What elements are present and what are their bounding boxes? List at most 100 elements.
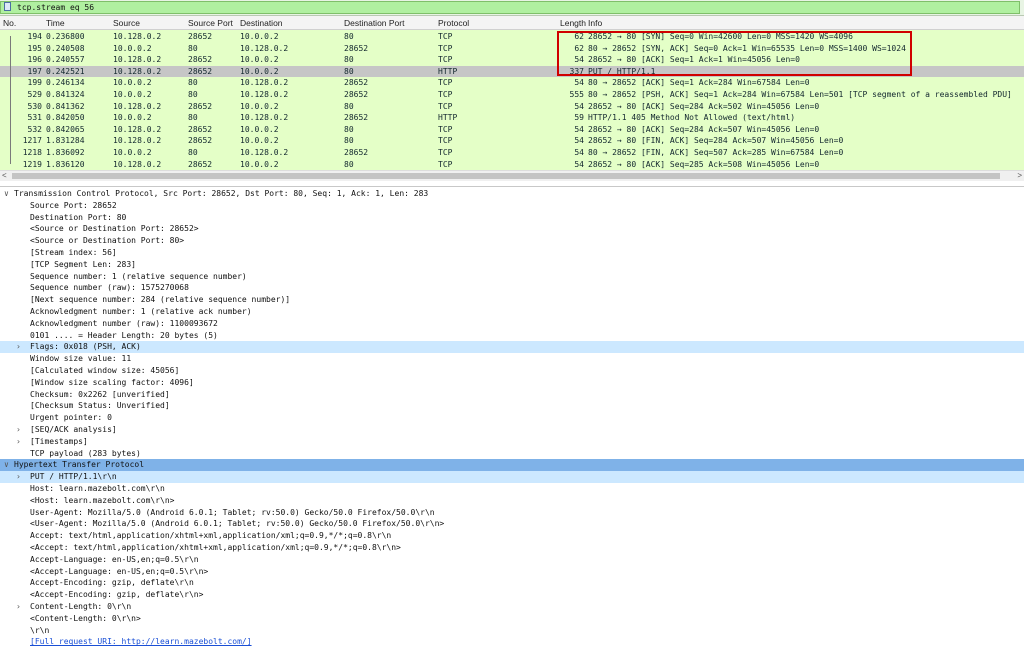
- packet-info: 28652 → 80 [ACK] Seq=285 Ack=508 Win=450…: [588, 159, 820, 169]
- detail-line[interactable]: <Accept: text/html,application/xhtml+xml…: [0, 542, 1024, 554]
- collapsed-chevron-icon[interactable]: ›: [16, 471, 21, 483]
- detail-line[interactable]: › Flags: 0x018 (PSH, ACK): [0, 341, 1024, 354]
- packet-row[interactable]: 532 0.842065 10.128.0.2 28652 10.0.0.2 80 TCP 5…: [0, 124, 1024, 136]
- collapsed-chevron-icon[interactable]: ›: [16, 341, 21, 353]
- packet-row[interactable]: 530 0.841362 10.128.0.2 28652 10.0.0.2 80 TCP 5…: [0, 101, 1024, 113]
- detail-line[interactable]: Accept-Language: en-US,en;q=0.5\r\n: [0, 554, 1024, 566]
- detail-line[interactable]: TCP payload (283 bytes): [0, 448, 1024, 460]
- detail-line[interactable]: Sequence number: 1 (relative sequence nu…: [0, 271, 1024, 283]
- collapsed-chevron-icon[interactable]: ›: [16, 424, 21, 436]
- horizontal-scrollbar[interactable]: < >: [0, 170, 1024, 181]
- detail-line[interactable]: Window size value: 11: [0, 353, 1024, 365]
- packet-sport: 28652: [188, 66, 213, 76]
- packet-dport: 80: [344, 136, 354, 146]
- packet-dport: 28652: [344, 43, 369, 53]
- packet-dport: 80: [344, 55, 354, 65]
- full-request-uri-link[interactable]: [Full request URI: http://learn.mazebolt…: [30, 636, 252, 648]
- detail-line[interactable]: Checksum: 0x2262 [unverified]: [0, 389, 1024, 401]
- detail-line[interactable]: <User-Agent: Mozilla/5.0 (Android 6.0.1;…: [0, 518, 1024, 530]
- detail-text: Accept: text/html,application/xhtml+xml,…: [30, 531, 392, 541]
- packet-row[interactable]: 1219 1.836120 10.128.0.2 28652 10.0.0.2 80 TCP…: [0, 159, 1024, 171]
- detail-text: Sequence number: 1 (relative sequence nu…: [30, 271, 247, 281]
- detail-line[interactable]: ∨ Transmission Control Protocol, Src Port…: [0, 188, 1024, 200]
- detail-text: <Accept-Language: en-US,en;q=0.5\r\n>: [30, 566, 209, 576]
- column-info[interactable]: Info: [588, 18, 602, 28]
- detail-line[interactable]: [Calculated window size: 45056]: [0, 365, 1024, 377]
- packet-src: 10.128.0.2: [113, 124, 162, 134]
- packet-len: 54: [574, 124, 584, 134]
- scrollbar-thumb[interactable]: [12, 173, 1000, 179]
- detail-line[interactable]: [Stream index: 56]: [0, 247, 1024, 259]
- column-protocol[interactable]: Protocol: [438, 18, 469, 28]
- detail-line[interactable]: Accept: text/html,application/xhtml+xml,…: [0, 530, 1024, 542]
- detail-line[interactable]: Urgent pointer: 0: [0, 412, 1024, 424]
- detail-line[interactable]: <Source or Destination Port: 80>: [0, 235, 1024, 247]
- expanded-chevron-icon[interactable]: ∨: [4, 459, 9, 471]
- detail-line[interactable]: <Host: learn.mazebolt.com\r\n>: [0, 495, 1024, 507]
- detail-line[interactable]: <Source or Destination Port: 28652>: [0, 223, 1024, 235]
- column-destination[interactable]: Destination: [240, 18, 283, 28]
- detail-line[interactable]: ∨ Hypertext Transfer Protocol: [0, 459, 1024, 472]
- detail-line[interactable]: \r\n: [0, 625, 1024, 637]
- detail-line[interactable]: User-Agent: Mozilla/5.0 (Android 6.0.1; …: [0, 507, 1024, 519]
- packet-len: 54: [574, 136, 584, 146]
- column-no[interactable]: No.: [3, 18, 16, 28]
- packet-time: 0.240508: [46, 43, 85, 53]
- detail-line[interactable]: [Window size scaling factor: 4096]: [0, 377, 1024, 389]
- packet-row[interactable]: 199 0.246134 10.0.0.2 80 10.128.0.2 28652 TCP 5…: [0, 77, 1024, 89]
- detail-line[interactable]: [Full request URI: http://learn.mazebolt…: [0, 636, 1024, 648]
- detail-line[interactable]: Sequence number (raw): 1575270068: [0, 282, 1024, 294]
- bookmark-icon[interactable]: [4, 2, 11, 11]
- detail-text: Source Port: 28652: [30, 200, 117, 210]
- packet-proto: TCP: [438, 148, 453, 157]
- detail-text: <Accept-Encoding: gzip, deflate\r\n>: [30, 590, 204, 600]
- packet-src: 10.128.0.2: [113, 159, 162, 169]
- detail-line[interactable]: › PUT / HTTP/1.1\r\n: [0, 471, 1024, 483]
- packet-src: 10.128.0.2: [113, 55, 162, 65]
- packet-proto: TCP: [438, 124, 453, 134]
- packet-no: 531: [27, 113, 42, 123]
- packet-row[interactable]: 1217 1.831284 10.128.0.2 28652 10.0.0.2 80 TCP…: [0, 135, 1024, 147]
- packet-time: 0.246134: [46, 78, 85, 88]
- packet-dst: 10.0.0.2: [240, 32, 279, 41]
- detail-line[interactable]: Source Port: 28652: [0, 200, 1024, 212]
- scroll-left-icon[interactable]: <: [2, 171, 7, 180]
- packet-row[interactable]: 531 0.842050 10.0.0.2 80 10.128.0.2 28652 HTTP…: [0, 112, 1024, 124]
- detail-text: Accept-Encoding: gzip, deflate\r\n: [30, 578, 194, 588]
- detail-line[interactable]: 0101 .... = Header Length: 20 bytes (5): [0, 330, 1024, 342]
- detail-text: Transmission Control Protocol, Src Port:…: [14, 189, 429, 198]
- display-filter-input[interactable]: tcp.stream eq 56: [0, 1, 1020, 14]
- packet-info: 80 → 28652 [ACK] Seq=1 Ack=284 Win=67584…: [588, 78, 810, 88]
- detail-line[interactable]: › [Timestamps]: [0, 436, 1024, 448]
- packet-row[interactable]: 529 0.841324 10.0.0.2 80 10.128.0.2 28652 TCP 5…: [0, 89, 1024, 101]
- expanded-chevron-icon[interactable]: ∨: [4, 188, 9, 200]
- packet-dport: 28652: [344, 78, 369, 88]
- packet-src: 10.128.0.2: [113, 136, 162, 146]
- detail-line[interactable]: [Checksum Status: Unverified]: [0, 400, 1024, 412]
- column-source[interactable]: Source: [113, 18, 140, 28]
- column-source-port[interactable]: Source Port: [188, 18, 233, 28]
- detail-line[interactable]: <Content-Length: 0\r\n>: [0, 613, 1024, 625]
- detail-line[interactable]: Destination Port: 80: [0, 212, 1024, 224]
- detail-line[interactable]: Host: learn.mazebolt.com\r\n: [0, 483, 1024, 495]
- packet-sport: 80: [188, 148, 198, 157]
- packet-len: 54: [574, 78, 584, 88]
- detail-line[interactable]: › [SEQ/ACK analysis]: [0, 424, 1024, 436]
- detail-line[interactable]: [Next sequence number: 284 (relative seq…: [0, 294, 1024, 306]
- detail-line[interactable]: › Content-Length: 0\r\n: [0, 601, 1024, 613]
- scroll-right-icon[interactable]: >: [1017, 171, 1022, 180]
- packet-row[interactable]: 1218 1.836092 10.0.0.2 80 10.128.0.2 28652 TCP…: [0, 147, 1024, 159]
- detail-text: Content-Length: 0\r\n: [30, 602, 132, 611]
- detail-line[interactable]: Accept-Encoding: gzip, deflate\r\n: [0, 577, 1024, 589]
- detail-line[interactable]: Acknowledgment number (raw): 1100093672: [0, 318, 1024, 330]
- detail-text: Sequence number (raw): 1575270068: [30, 283, 189, 293]
- detail-line[interactable]: <Accept-Language: en-US,en;q=0.5\r\n>: [0, 566, 1024, 578]
- detail-line[interactable]: Acknowledgment number: 1 (relative ack n…: [0, 306, 1024, 318]
- column-time[interactable]: Time: [46, 18, 65, 28]
- column-destination-port[interactable]: Destination Port: [344, 18, 404, 28]
- detail-line[interactable]: [TCP Segment Len: 283]: [0, 259, 1024, 271]
- collapsed-chevron-icon[interactable]: ›: [16, 601, 21, 613]
- detail-line[interactable]: <Accept-Encoding: gzip, deflate\r\n>: [0, 589, 1024, 601]
- column-length[interactable]: Length: [560, 18, 586, 28]
- collapsed-chevron-icon[interactable]: ›: [16, 436, 21, 448]
